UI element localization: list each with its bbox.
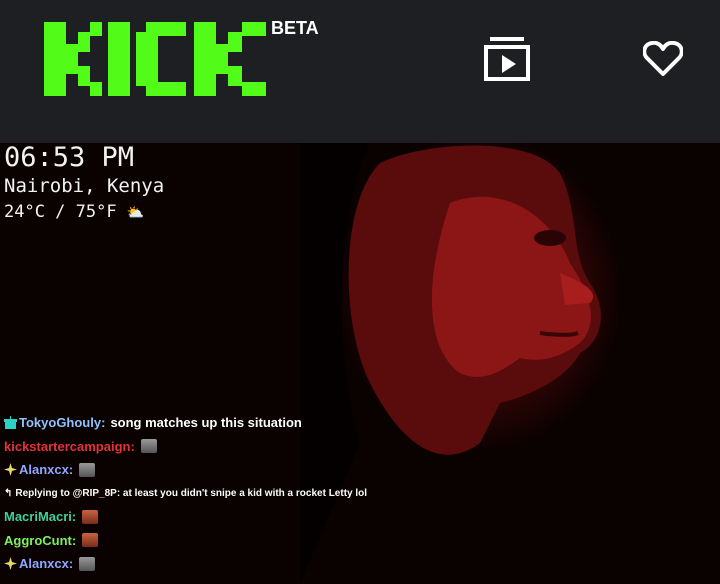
gift-icon (4, 416, 17, 430)
video-player[interactable]: 06:53 PM Nairobi, Kenya 24°C / 75°F ⛅ To… (0, 143, 720, 584)
chat-message[interactable]: AggroCunt: (4, 529, 704, 553)
cat-emote-icon (140, 439, 157, 454)
sparkle-icon (4, 463, 17, 477)
kick-logo[interactable] (44, 22, 266, 96)
chat-username[interactable]: TokyoGhouly: (19, 415, 105, 430)
chat-username[interactable]: Alanxcx: (19, 556, 73, 571)
reply-arrow-icon: ↰ (4, 487, 13, 499)
chat-text: song matches up this situation (110, 415, 302, 431)
cat-emote-icon (79, 462, 96, 477)
chat-message[interactable]: kickstartercampaign: (4, 435, 704, 459)
overlay-location: Nairobi, Kenya (4, 175, 165, 197)
top-bar: BETA (0, 0, 720, 143)
cat-emote-icon (79, 556, 96, 571)
chat-username[interactable]: MacriMacri: (4, 509, 76, 524)
chat-username[interactable]: kickstartercampaign: (4, 439, 135, 454)
chat-overlay: TokyoGhouly: song matches up this situati… (4, 411, 704, 576)
face-emote-icon (82, 533, 99, 548)
chat-username[interactable]: Alanxcx: (19, 462, 73, 477)
partly-cloudy-icon: ⛅ (126, 205, 145, 221)
beta-label: BETA (271, 18, 319, 38)
face-emote-icon (82, 509, 99, 524)
overlay-temperature: 24°C / 75°F (4, 202, 117, 222)
chat-message[interactable]: Alanxcx: (4, 552, 704, 576)
theatre-mode-icon[interactable] (484, 37, 530, 81)
chat-message[interactable]: TokyoGhouly: song matches up this situati… (4, 411, 704, 435)
overlay-time: 06:53 PM (4, 143, 135, 173)
chat-message[interactable]: MacriMacri: (4, 505, 704, 529)
sparkle-icon (4, 557, 17, 571)
chat-message[interactable]: Alanxcx: (4, 458, 704, 482)
chat-username[interactable]: AggroCunt: (4, 533, 76, 548)
chat-text: Replying to @RIP_8P: at least you didn't… (15, 487, 368, 499)
chat-reply-line[interactable]: ↰ Replying to @RIP_8P: at least you didn… (4, 482, 704, 506)
heart-icon[interactable] (643, 41, 683, 77)
clock-overlay: 06:53 PM Nairobi, Kenya 24°C / 75°F ⛅ (4, 143, 164, 226)
